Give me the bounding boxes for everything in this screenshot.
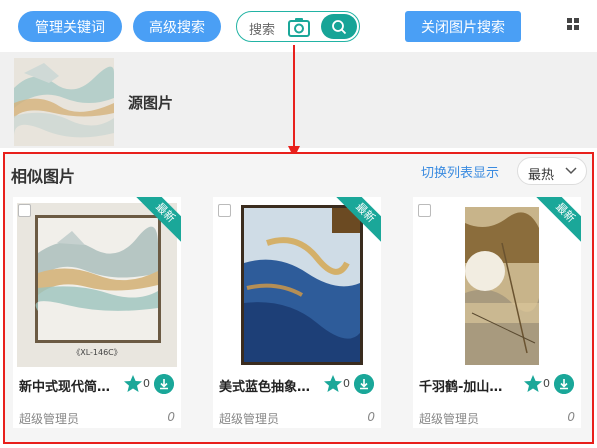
star-count: 0 (543, 377, 550, 390)
search-box[interactable]: 搜索 (236, 11, 360, 42)
download-icon[interactable] (554, 374, 574, 394)
new-badge: 最新 (335, 197, 381, 243)
search-button[interactable] (321, 14, 357, 39)
source-image-label: 源图片 (128, 94, 174, 112)
select-checkbox[interactable] (418, 204, 431, 217)
sort-value: 最热 (528, 168, 555, 183)
select-checkbox[interactable] (218, 204, 231, 217)
item-name[interactable]: 新中式现代简… (19, 376, 119, 395)
uploader-name: 超级管理员 (19, 412, 80, 426)
item-name[interactable]: 千羽鹤-加山… (419, 376, 519, 395)
search-input[interactable]: 搜索 (249, 19, 275, 38)
view-count: 0 (167, 410, 175, 424)
uploader-name: 超级管理员 (419, 412, 480, 426)
view-count: 0 (567, 410, 575, 424)
source-image (14, 58, 114, 146)
switch-list-view-link[interactable]: 切换列表显示 (421, 162, 499, 181)
star-icon[interactable] (523, 374, 543, 394)
result-card[interactable]: 最新 千羽鹤-加山… 0 超级管理员 0 (413, 197, 581, 428)
close-image-search-button[interactable]: 关闭图片搜索 (405, 11, 521, 42)
star-icon[interactable] (123, 374, 143, 394)
download-icon[interactable] (354, 374, 374, 394)
uploader-name: 超级管理员 (219, 412, 280, 426)
result-card[interactable]: 《XL-146C》 最新 新中式现代简… 0 超级管理员 0 (13, 197, 181, 428)
item-name[interactable]: 美式蓝色抽象… (219, 376, 319, 395)
new-badge: 最新 (535, 197, 581, 243)
new-badge: 最新 (135, 197, 181, 243)
similar-images-panel: 相似图片 切换列表显示 最热 《XL-146C》 最新 新中式现代简… 0 超级… (3, 152, 594, 444)
advanced-search-button[interactable]: 高级搜索 (133, 11, 221, 42)
star-count: 0 (143, 377, 150, 390)
sort-dropdown[interactable]: 最热 (517, 157, 587, 185)
artwork-caption: 《XL-146C》 (72, 348, 122, 357)
camera-icon[interactable] (287, 16, 311, 38)
arrow-down-icon (288, 45, 300, 158)
result-card[interactable]: 最新 美式蓝色抽象… 0 超级管理员 0 (213, 197, 381, 428)
download-icon[interactable] (154, 374, 174, 394)
select-checkbox[interactable] (18, 204, 31, 217)
grid-view-icon[interactable] (567, 18, 579, 30)
search-icon (332, 19, 347, 34)
view-count: 0 (367, 410, 375, 424)
panel-title: 相似图片 (11, 167, 76, 186)
star-count: 0 (343, 377, 350, 390)
star-icon[interactable] (323, 374, 343, 394)
chevron-down-icon (565, 167, 577, 175)
manage-keywords-button[interactable]: 管理关键词 (18, 11, 122, 42)
